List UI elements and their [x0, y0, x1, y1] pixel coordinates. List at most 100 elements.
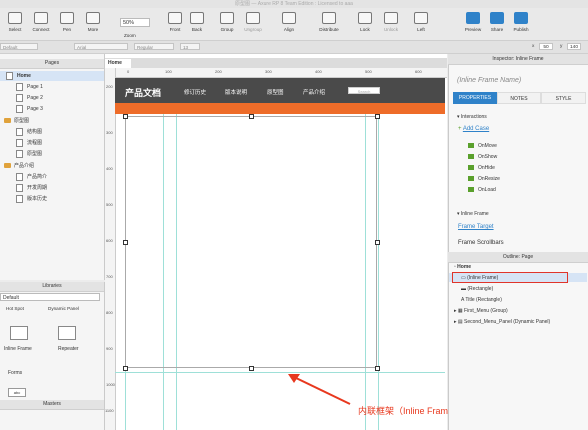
tab-home[interactable]: Home	[105, 59, 131, 68]
nav-item[interactable]: 原型图	[267, 88, 284, 96]
pen-tool[interactable]: Pen	[54, 12, 80, 32]
resize-handle[interactable]	[123, 114, 128, 119]
page-item[interactable]: Page 1	[0, 82, 104, 92]
lock-button[interactable]: Lock	[352, 12, 378, 32]
event-item[interactable]: OnShow	[468, 154, 497, 160]
inline-frame-widget[interactable]	[125, 116, 377, 368]
forms-group-label[interactable]: Forms	[8, 370, 22, 376]
page-item[interactable]: Page 2	[0, 93, 104, 103]
site-search-box[interactable]: Search	[348, 87, 380, 94]
page-item[interactable]: 原型图	[0, 149, 104, 159]
resize-handle[interactable]	[375, 240, 380, 245]
nav-item[interactable]: 版本说明	[225, 88, 247, 96]
unlock-button[interactable]: Unlock	[378, 12, 404, 32]
tab-properties[interactable]: PROPERTIES	[453, 92, 497, 104]
inspector-tabs: PROPERTIES NOTES STYLE	[453, 92, 586, 104]
frame-target-link[interactable]: Frame Target	[458, 224, 494, 230]
ungroup-button[interactable]: Ungroup	[240, 12, 266, 32]
window-title: 原型图 — Axure RP 8 Team Edition : Licensed…	[0, 0, 588, 8]
back-button[interactable]: Back	[184, 12, 210, 32]
nav-item[interactable]: 修订历史	[184, 88, 206, 96]
y-field[interactable]: 140	[567, 43, 581, 50]
zoom-select[interactable]: 50%	[120, 18, 150, 27]
lightning-icon	[468, 154, 474, 160]
pages-header: Pages	[0, 59, 104, 69]
add-case-link[interactable]: + Add Case	[458, 126, 489, 132]
inline-frame-icon[interactable]	[10, 326, 28, 340]
event-item[interactable]: OnLoad	[468, 187, 496, 193]
ruler-label: 0	[127, 69, 130, 74]
distribute-icon	[322, 12, 336, 24]
page-icon	[16, 149, 23, 158]
align-button[interactable]: Align	[276, 12, 302, 32]
annotation-callout: 内联框架（Inline Frame）	[358, 406, 463, 416]
connect-tool[interactable]: Connect	[28, 12, 54, 32]
folder-item[interactable]: 产品介绍	[0, 161, 104, 171]
library-select[interactable]: Default	[0, 293, 100, 301]
second-menu-bar[interactable]	[115, 103, 445, 114]
hot-spot-widget[interactable]: Hot Spot	[6, 306, 24, 311]
connect-icon	[34, 12, 48, 24]
lock-icon	[358, 12, 372, 24]
select-tool[interactable]: Select	[2, 12, 28, 32]
resize-handle[interactable]	[249, 114, 254, 119]
more-tool[interactable]: More	[80, 12, 106, 32]
font-size-select[interactable]: 13	[180, 43, 200, 50]
share-button[interactable]: Share	[484, 12, 510, 32]
outline-item[interactable]: ▸ ▦ First_Menu (Group)	[454, 308, 508, 314]
dynamic-panel-widget[interactable]: Dynamic Panel	[48, 306, 79, 311]
event-item[interactable]: OnHide	[468, 165, 495, 171]
preview-button[interactable]: Preview	[460, 12, 486, 32]
page-item[interactable]: 流程图	[0, 138, 104, 148]
guide-line	[115, 372, 445, 373]
left-button[interactable]: Left	[408, 12, 434, 32]
nav-item[interactable]: 产品介绍	[303, 88, 325, 96]
weight-select[interactable]: Regular	[134, 43, 174, 50]
resize-handle[interactable]	[123, 366, 128, 371]
page-item[interactable]: 产品简介	[0, 172, 104, 182]
resize-handle[interactable]	[375, 114, 380, 119]
style-select[interactable]: Default	[0, 43, 38, 50]
tab-style[interactable]: STYLE	[541, 92, 586, 104]
outline-item[interactable]: ▬ (Rectangle)	[461, 286, 493, 292]
outline-item[interactable]: A Title (Rectangle)	[461, 297, 502, 303]
resize-handle[interactable]	[123, 240, 128, 245]
repeater-icon[interactable]	[58, 326, 76, 340]
page-item[interactable]: Home	[0, 71, 104, 81]
unlock-icon	[384, 12, 398, 24]
group-button[interactable]: Group	[214, 12, 240, 32]
outline-item[interactable]: ▫ Home	[454, 264, 471, 270]
interactions-section[interactable]: ▾ Interactions	[457, 114, 487, 120]
format-bar: Default Arial Regular 13 x 50 y 140	[0, 41, 588, 54]
y-label: y	[560, 44, 563, 49]
font-select[interactable]: Arial	[74, 43, 128, 50]
zoom-label: Zoom	[124, 33, 136, 38]
page-item[interactable]: 版本历史	[0, 194, 104, 204]
distribute-button[interactable]: Distribute	[312, 12, 346, 32]
page-item[interactable]: 开发周期	[0, 183, 104, 193]
widget-name-field[interactable]: (Inline Frame Name)	[457, 77, 521, 84]
text-field-widget[interactable]: abc	[8, 388, 26, 397]
ruler-label: 1100	[105, 408, 114, 413]
x-label: x	[532, 44, 535, 49]
event-item[interactable]: OnResize	[468, 176, 500, 182]
resize-handle[interactable]	[249, 366, 254, 371]
pages-panel: Pages Home Page 1 Page 2 Page 3 原型图 结构图 …	[0, 54, 105, 280]
ruler-label: 800	[106, 310, 113, 315]
page-item[interactable]: 结构图	[0, 127, 104, 137]
page-item[interactable]: Page 3	[0, 104, 104, 114]
page-tab-bar	[105, 58, 447, 68]
publish-button[interactable]: Publish	[508, 12, 534, 32]
ruler-label: 400	[106, 166, 113, 171]
frame-scrollbars-label: Frame Scrollbars	[458, 240, 504, 246]
resize-handle[interactable]	[375, 366, 380, 371]
folder-item[interactable]: 原型图	[0, 116, 104, 126]
outline-item[interactable]: ▸ ▤ Second_Menu_Panel (Dynamic Panel)	[454, 319, 550, 325]
inline-frame-section[interactable]: ▾ Inline Frame	[457, 211, 489, 217]
event-item[interactable]: OnMove	[468, 143, 497, 149]
ruler-label: 600	[106, 238, 113, 243]
page-icon	[16, 82, 23, 91]
tab-notes[interactable]: NOTES	[497, 92, 541, 104]
ruler-label: 500	[365, 69, 372, 74]
x-field[interactable]: 50	[539, 43, 553, 50]
